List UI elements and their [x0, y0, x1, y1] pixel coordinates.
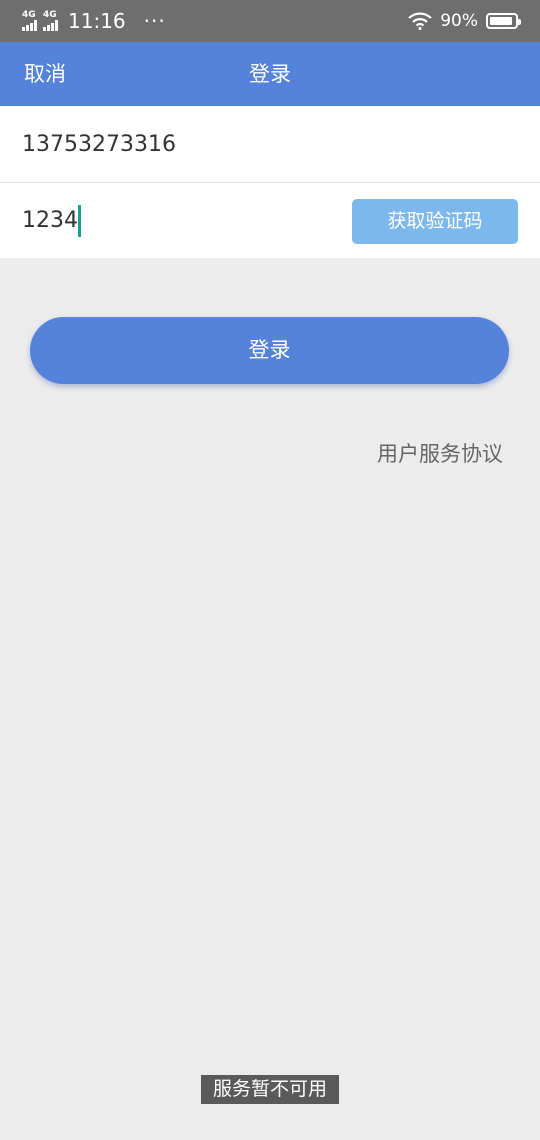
status-left: 4G 4G 11:16 ···	[22, 9, 166, 33]
code-field-value: 1234	[22, 208, 78, 233]
phone-field[interactable]: 13753273316	[22, 132, 518, 157]
status-bar: 4G 4G 11:16 ··· 90%	[0, 0, 540, 42]
page-title: 登录	[249, 62, 291, 86]
status-time: 11:16	[68, 9, 126, 33]
signal-label-2: 4G	[43, 10, 57, 20]
battery-icon	[486, 13, 521, 29]
toast-message: 服务暂不可用	[201, 1075, 339, 1104]
signal-icon: 4G	[22, 11, 37, 31]
text-cursor	[78, 204, 81, 237]
login-button[interactable]: 登录	[30, 317, 509, 384]
get-code-button[interactable]: 获取验证码	[352, 199, 518, 244]
status-right: 90%	[408, 11, 521, 31]
nav-bar: 取消 登录	[0, 42, 540, 106]
battery-fill	[490, 17, 512, 25]
login-form: 13753273316 1234 获取验证码	[0, 106, 540, 258]
signal-icon: 4G	[43, 11, 58, 31]
wifi-icon	[408, 12, 432, 30]
more-icon: ···	[143, 9, 166, 33]
phone-row: 13753273316	[0, 106, 540, 182]
user-agreement-link[interactable]: 用户服务协议	[377, 438, 503, 468]
battery-percent: 90%	[440, 11, 478, 31]
code-row: 1234 获取验证码	[0, 182, 540, 258]
signal-label-1: 4G	[22, 10, 36, 20]
